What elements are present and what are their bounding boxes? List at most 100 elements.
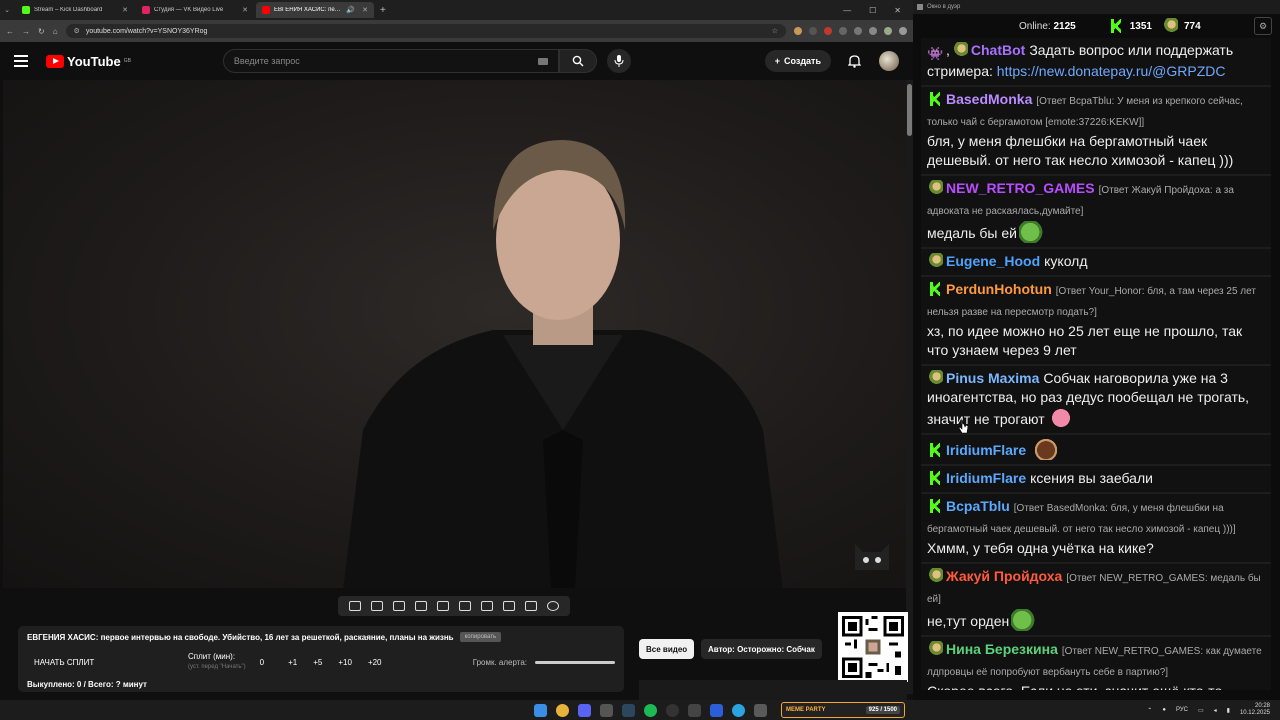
speed-icon[interactable] (481, 601, 493, 611)
pip-icon[interactable] (437, 601, 449, 611)
app-icon[interactable] (688, 703, 701, 717)
extension-icon[interactable] (824, 27, 832, 35)
profile-icon[interactable] (884, 27, 892, 35)
chat-username[interactable]: Жакуй Пройдоха (946, 568, 1062, 584)
bookmark-star-icon[interactable]: ☆ (772, 27, 778, 35)
chat-message-list[interactable]: 👾, ChatBot Задать вопрос или поддержать ст… (921, 38, 1271, 690)
scroll-thumb[interactable] (907, 84, 912, 136)
search-input[interactable]: Введите запрос (222, 49, 559, 73)
chat-message: Нина Березкина [Ответ NEW_RETRO_GAMES: ка… (921, 637, 1271, 690)
steam-icon[interactable] (622, 703, 635, 717)
create-button[interactable]: + Создать (764, 50, 831, 72)
chat-username[interactable]: Нина Березкина (946, 641, 1058, 657)
extension-icon[interactable] (809, 27, 817, 35)
chat-username[interactable]: ChatBot (971, 42, 1025, 58)
close-tab-icon[interactable]: ✕ (362, 6, 368, 14)
chat-username[interactable]: IridiumFlare (946, 442, 1026, 458)
obs-icon[interactable] (666, 703, 679, 717)
download-icon[interactable] (869, 27, 877, 35)
split-value-button[interactable]: +20 (368, 658, 382, 667)
close-tab-icon[interactable]: ✕ (242, 6, 248, 14)
chrome-icon[interactable] (556, 703, 569, 717)
network-icon[interactable]: ▭ (1198, 707, 1204, 714)
url-field[interactable]: ⚙ youtube.com/watch?v=YSNOY36YRog ☆ (65, 24, 786, 38)
discord-icon[interactable] (578, 703, 591, 717)
author-chip[interactable]: Автор: Осторожно: Собчак (701, 639, 822, 659)
meme-party-widget[interactable]: MEME PARTY 925 / 1500 (781, 702, 905, 718)
battery-icon[interactable]: ▮ (1227, 707, 1230, 714)
media-player-icon[interactable] (710, 703, 723, 717)
chat-message: IridiumFlare ксения вы заебали (921, 466, 1271, 494)
screenshot-plus-icon[interactable] (503, 601, 515, 611)
start-split-button[interactable]: НАЧАТЬ СПЛИТ (27, 658, 127, 667)
mic-tray-icon[interactable]: ● (1162, 707, 1166, 713)
tab-youtube-video[interactable]: ЕВГЕНИЯ ХАСИС: первое 🔊 ✕ (256, 2, 374, 18)
chat-message: ВсраТblu [Ответ BasedMonka: бля, у меня ф… (921, 494, 1271, 564)
split-value-button[interactable]: +10 (338, 658, 352, 667)
maximize-icon[interactable]: ☐ (869, 6, 876, 15)
extension-icon[interactable] (839, 27, 847, 35)
keyboard-icon[interactable] (537, 57, 548, 65)
back-icon[interactable]: ← (6, 27, 14, 36)
audio-icon[interactable]: 🔊 (346, 6, 355, 14)
chat-username[interactable]: Eugene_Hood (946, 253, 1040, 269)
search-button[interactable] (558, 49, 597, 73)
chat-username[interactable]: Pinus Maxima (946, 370, 1039, 386)
all-videos-button[interactable]: Все видео (639, 639, 695, 659)
extension-control-bar (338, 596, 570, 616)
voice-search-button[interactable] (606, 49, 631, 73)
window-controls: — ☐ ✕ (843, 6, 913, 15)
split-value-button[interactable]: +1 (288, 658, 297, 667)
volume-icon[interactable]: ◂ (1214, 707, 1217, 714)
site-info-icon[interactable]: ⚙ (74, 27, 80, 35)
tab-vk-studio[interactable]: Студия — VK Видео Live ✕ (136, 2, 254, 18)
home-icon[interactable]: ⌂ (53, 27, 58, 36)
menu-dots-icon[interactable] (899, 27, 907, 35)
chat-username[interactable]: BasedMonka (946, 91, 1032, 107)
chat-username[interactable]: PerdunHohotun (946, 281, 1052, 297)
telegram-icon[interactable] (732, 703, 745, 717)
app-icon[interactable] (600, 703, 613, 717)
forward-icon[interactable]: → (22, 27, 30, 36)
minimize-icon[interactable]: — (843, 6, 851, 15)
tab-list-icon[interactable]: ⌄ (0, 6, 14, 14)
app-icon[interactable] (754, 703, 767, 717)
tab-kick-dashboard[interactable]: Stream – Kick Dashboard ✕ (16, 2, 134, 18)
kick-badge-icon (927, 470, 943, 486)
chat-username[interactable]: NEW_RETRO_GAMES (946, 180, 1095, 196)
clock[interactable]: 20:28 10.12.2025 (1240, 703, 1270, 717)
chat-username[interactable]: ВсраТblu (946, 498, 1010, 514)
user-avatar[interactable] (879, 51, 899, 71)
chat-username[interactable]: IridiumFlare (946, 470, 1026, 486)
loop-icon[interactable] (349, 601, 361, 611)
settings-gear-icon[interactable] (547, 601, 559, 611)
youtube-logo[interactable]: YouTube GB (46, 54, 131, 69)
hamburger-menu-icon[interactable] (14, 55, 28, 67)
puzzle-icon[interactable] (854, 27, 862, 35)
split-value-button[interactable]: 0 (260, 658, 264, 667)
split-value-button[interactable]: +5 (313, 658, 322, 667)
clapper-icon[interactable] (415, 601, 427, 611)
extension-icon[interactable] (794, 27, 802, 35)
broadcast-icon[interactable] (371, 601, 383, 611)
close-tab-icon[interactable]: ✕ (122, 6, 128, 14)
windows-start-icon[interactable] (534, 703, 547, 717)
camera-icon[interactable] (525, 601, 537, 611)
volume-slider[interactable] (535, 660, 615, 664)
close-window-icon[interactable]: ✕ (894, 6, 901, 15)
copy-button[interactable]: копировать (459, 632, 502, 642)
meme-party-label: MEME PARTY (786, 707, 826, 713)
chat-message: 👾, ChatBot Задать вопрос или поддержать ст… (921, 38, 1271, 87)
message-link[interactable]: https://new.donatepay.ru/@GRPZDC (997, 63, 1226, 79)
chat-settings-icon[interactable]: ⚙ (1254, 17, 1272, 35)
new-tab-icon[interactable]: + (380, 5, 386, 16)
language-indicator[interactable]: РУС (1176, 707, 1188, 713)
spotify-icon[interactable] (644, 703, 657, 717)
video-player[interactable] (3, 80, 907, 588)
reload-icon[interactable]: ↻ (38, 27, 45, 36)
theater-icon[interactable] (459, 601, 471, 611)
tray-chevron-icon[interactable]: ⌃ (1147, 707, 1152, 714)
notifications-bell-icon[interactable] (847, 54, 861, 68)
watch-icon[interactable] (393, 601, 405, 611)
page-scrollbar[interactable] (906, 80, 913, 694)
